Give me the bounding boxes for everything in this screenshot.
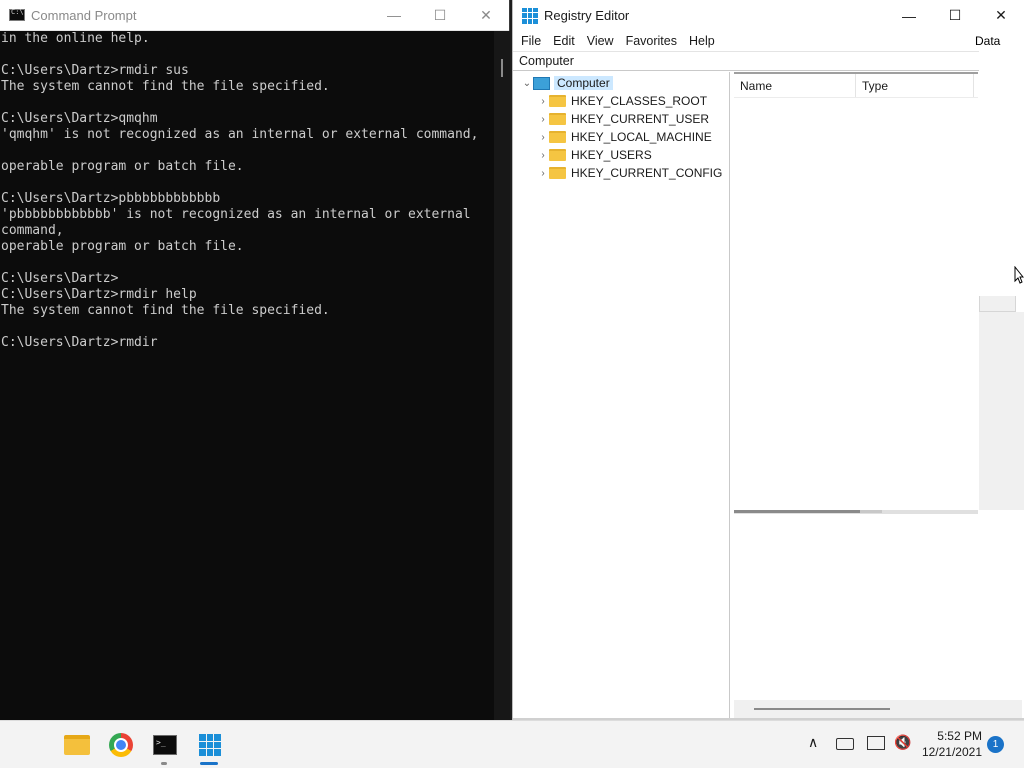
- horizontal-scrollbar-thumb[interactable]: [754, 708, 890, 710]
- console-line: 'pbbbbbbbbbbbb' is not recognized as an …: [1, 207, 471, 222]
- clock-time: 5:52 PM: [937, 729, 982, 743]
- values-list[interactable]: Name Type: [734, 72, 978, 510]
- lower-right-area: [979, 514, 1024, 700]
- column-header-type[interactable]: Type: [856, 74, 974, 97]
- computer-icon: [533, 76, 550, 90]
- cmd-console-output[interactable]: in the online help. C:\Users\Dartz>rmdir …: [0, 31, 494, 720]
- tree-label-computer: Computer: [554, 76, 613, 90]
- address-bar[interactable]: Computer: [513, 51, 979, 71]
- tree-item-computer[interactable]: ⌄ Computer: [515, 74, 729, 92]
- console-line: C:\Users\Dartz>pbbbbbbbbbbbb: [1, 191, 221, 206]
- regedit-active-indicator: [200, 762, 218, 765]
- folder-icon: [549, 113, 566, 125]
- regedit-app-icon: [522, 7, 538, 24]
- cmd-maximize-button[interactable]: ☐: [417, 0, 463, 31]
- column-header-name[interactable]: Name: [734, 74, 856, 97]
- collapse-chevron-icon[interactable]: ⌄: [521, 78, 533, 89]
- tree-label: HKEY_CURRENT_USER: [571, 112, 710, 126]
- console-line: 'qmqhm' is not recognized as an internal…: [1, 127, 479, 142]
- tree-label: HKEY_CURRENT_CONFIG: [571, 166, 723, 180]
- lower-empty-pane: [734, 514, 978, 700]
- registry-tree[interactable]: ⌄ Computer › HKEY_CLASSES_ROOT › HKEY_CU…: [515, 72, 730, 718]
- console-line: The system cannot find the file specifie…: [1, 303, 330, 318]
- console-line: in the online help.: [1, 31, 150, 46]
- command-prompt-window[interactable]: Command Prompt — ☐ ✕ in the online help.…: [0, 0, 510, 720]
- cmd-titlebar[interactable]: Command Prompt — ☐ ✕: [0, 0, 509, 31]
- splitter-mark: [734, 510, 860, 513]
- registry-editor-window[interactable]: Registry Editor — ☐ ✕ File Edit View Fav…: [512, 0, 1024, 720]
- network-icon[interactable]: [867, 736, 885, 750]
- horizontal-scrollbar[interactable]: [734, 700, 1022, 718]
- tree-label: HKEY_LOCAL_MACHINE: [571, 130, 712, 144]
- clock-date: 12/21/2021: [921, 745, 982, 759]
- regedit-title: Registry Editor: [544, 8, 630, 23]
- console-line: The system cannot find the file specifie…: [1, 79, 330, 94]
- console-line: C:\Users\Dartz>rmdir sus: [1, 63, 189, 78]
- file-explorer-icon[interactable]: [63, 731, 91, 759]
- console-line: C:\Users\Dartz>: [1, 271, 119, 286]
- registry-editor-icon[interactable]: [196, 731, 224, 759]
- expand-chevron-icon[interactable]: ›: [537, 168, 549, 179]
- expand-chevron-icon[interactable]: ›: [537, 132, 549, 143]
- menu-favorites[interactable]: Favorites: [620, 34, 683, 48]
- console-line: operable program or batch file.: [1, 239, 244, 254]
- mouse-cursor-icon: [1014, 266, 1024, 284]
- tree-label: HKEY_CLASSES_ROOT: [571, 94, 708, 108]
- expand-chevron-icon[interactable]: ›: [537, 114, 549, 125]
- console-line: operable program or batch file.: [1, 159, 244, 174]
- menu-edit[interactable]: Edit: [547, 34, 581, 48]
- command-prompt-icon[interactable]: >_: [151, 731, 179, 759]
- expand-chevron-icon[interactable]: ›: [537, 150, 549, 161]
- regedit-maximize-button[interactable]: ☐: [932, 0, 978, 31]
- tree-item-hkey-classes-root[interactable]: › HKEY_CLASSES_ROOT: [515, 92, 729, 110]
- folder-icon: [549, 149, 566, 161]
- window-artifact-block: [979, 312, 1024, 510]
- keyboard-icon[interactable]: [836, 738, 854, 750]
- cmd-title: Command Prompt: [31, 7, 137, 23]
- console-line: C:\Users\Dartz>rmdir: [1, 335, 158, 350]
- regedit-titlebar[interactable]: Registry Editor — ☐ ✕: [513, 0, 1024, 31]
- clock[interactable]: 5:52 PM 12/21/2021: [918, 728, 982, 760]
- folder-icon: [549, 95, 566, 107]
- regedit-menubar: File Edit View Favorites Help: [513, 31, 1024, 51]
- console-line: C:\Users\Dartz>qmqhm: [1, 111, 158, 126]
- splitter-mark-light: [860, 510, 882, 513]
- cmd-scrollbar-thumb[interactable]: [501, 59, 503, 77]
- cmd-minimize-button[interactable]: —: [371, 0, 417, 31]
- data-column-header-clipped: Data: [975, 34, 1001, 48]
- regedit-close-button[interactable]: ✕: [978, 0, 1024, 31]
- tree-label: HKEY_USERS: [571, 148, 652, 162]
- cmd-app-icon: [9, 8, 25, 21]
- values-header: Name Type: [734, 74, 978, 98]
- regedit-minimize-button[interactable]: —: [886, 0, 932, 31]
- menu-view[interactable]: View: [581, 34, 620, 48]
- tree-item-hkey-current-user[interactable]: › HKEY_CURRENT_USER: [515, 110, 729, 128]
- folder-icon: [549, 167, 566, 179]
- menu-help[interactable]: Help: [683, 34, 721, 48]
- tree-item-hkey-current-config[interactable]: › HKEY_CURRENT_CONFIG: [515, 164, 729, 182]
- cmd-running-indicator: [161, 762, 167, 765]
- console-line: C:\Users\Dartz>rmdir help: [1, 287, 197, 302]
- start-icon[interactable]: [19, 733, 43, 757]
- menu-file[interactable]: File: [515, 34, 547, 48]
- console-line: command,: [1, 223, 64, 238]
- show-hidden-icons-chevron-icon[interactable]: ∧: [808, 734, 818, 751]
- tree-item-hkey-users[interactable]: › HKEY_USERS: [515, 146, 729, 164]
- expand-chevron-icon[interactable]: ›: [537, 96, 549, 107]
- chrome-icon[interactable]: [107, 731, 135, 759]
- tree-item-hkey-local-machine[interactable]: › HKEY_LOCAL_MACHINE: [515, 128, 729, 146]
- cmd-scrollbar[interactable]: [494, 31, 510, 720]
- cmd-close-button[interactable]: ✕: [463, 0, 509, 31]
- volume-muted-icon[interactable]: 🔇: [894, 734, 911, 751]
- window-artifact-strip: [979, 296, 1016, 312]
- folder-icon: [549, 131, 566, 143]
- notification-badge[interactable]: 1: [987, 736, 1004, 753]
